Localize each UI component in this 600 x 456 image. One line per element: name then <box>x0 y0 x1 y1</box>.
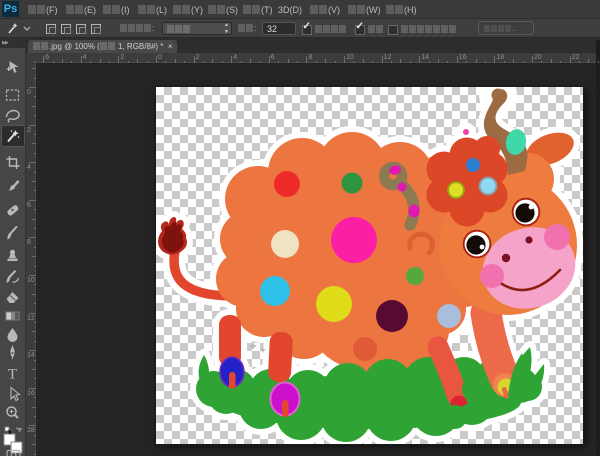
svg-text:T: T <box>8 367 17 383</box>
